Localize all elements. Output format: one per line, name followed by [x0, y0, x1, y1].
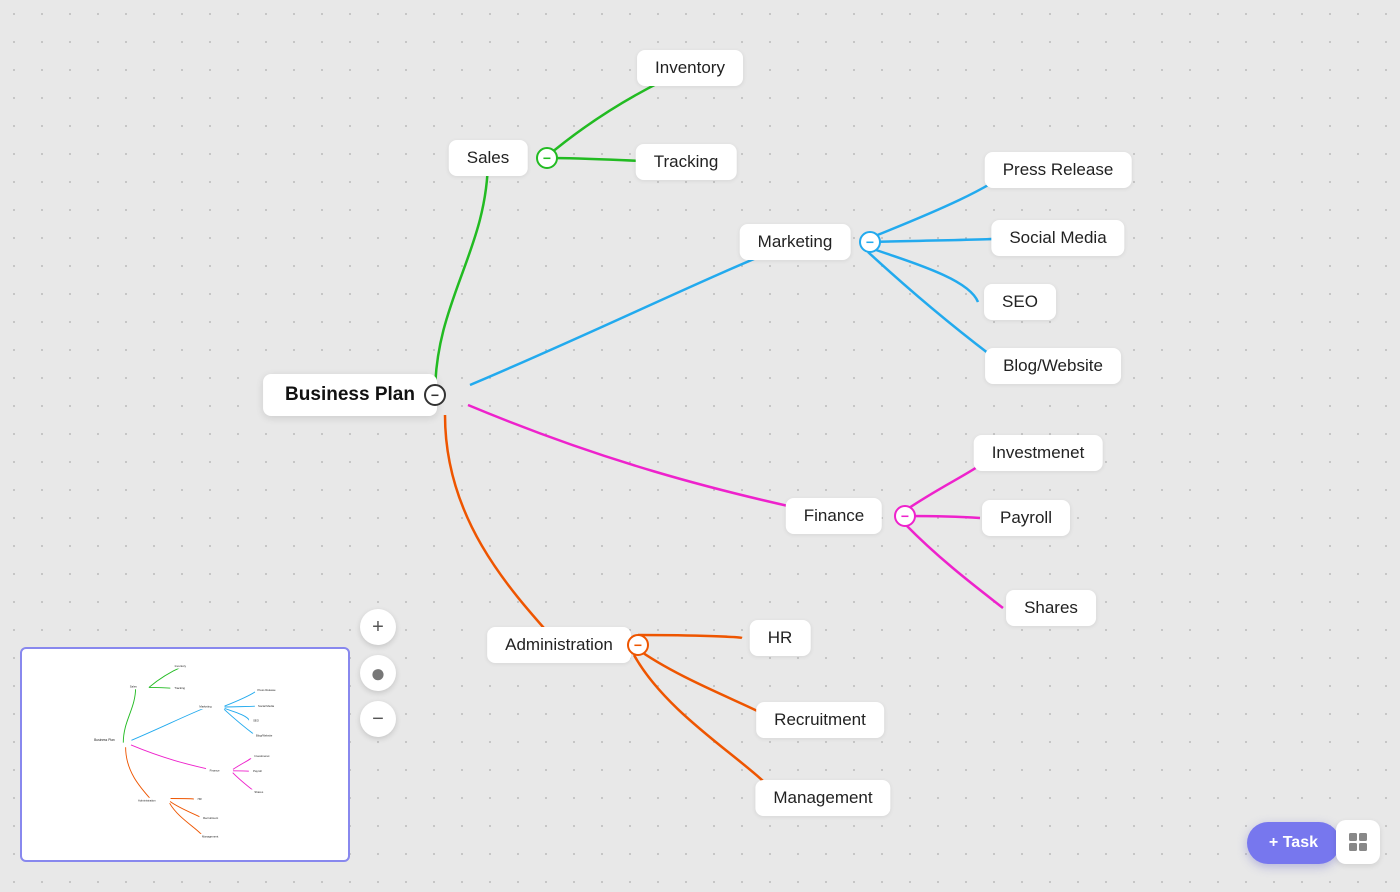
- node-hr[interactable]: HR: [750, 620, 811, 656]
- node-management[interactable]: Management: [755, 780, 890, 816]
- svg-text:Payroll: Payroll: [253, 769, 262, 773]
- task-button-label: + Task: [1269, 834, 1318, 852]
- svg-text:Tracking: Tracking: [174, 686, 185, 690]
- collapse-dot-finance[interactable]: [894, 505, 916, 527]
- svg-text:HR: HR: [198, 797, 202, 801]
- svg-text:SEO: SEO: [253, 719, 260, 723]
- svg-text:Business Plan: Business Plan: [94, 738, 115, 742]
- collapse-dot-sales[interactable]: [536, 147, 558, 169]
- zoom-controls: + ● −: [360, 609, 396, 737]
- task-button[interactable]: + Task: [1247, 822, 1340, 864]
- zoom-in-button[interactable]: +: [360, 609, 396, 645]
- node-finance[interactable]: Finance: [786, 498, 882, 534]
- node-seo[interactable]: SEO: [984, 284, 1056, 320]
- svg-text:Social Media: Social Media: [258, 704, 274, 708]
- svg-text:Administration: Administration: [138, 798, 156, 802]
- node-recruitment[interactable]: Recruitment: [756, 702, 884, 738]
- collapse-dot-center[interactable]: [424, 384, 446, 406]
- zoom-out-button[interactable]: −: [360, 701, 396, 737]
- minimap-svg: Business Plan Sales Inventory Tracking M…: [22, 649, 348, 860]
- node-social-media[interactable]: Social Media: [991, 220, 1124, 256]
- svg-text:Finance: Finance: [210, 768, 220, 772]
- svg-text:Management: Management: [202, 834, 218, 838]
- node-investmenet[interactable]: Investmenet: [974, 435, 1103, 471]
- minimap: Business Plan Sales Inventory Tracking M…: [20, 647, 350, 862]
- zoom-dot-button[interactable]: ●: [360, 655, 396, 691]
- svg-text:Marketing: Marketing: [199, 704, 212, 708]
- node-administration[interactable]: Administration: [487, 627, 631, 663]
- node-inventory[interactable]: Inventory: [637, 50, 743, 86]
- node-sales[interactable]: Sales: [449, 140, 528, 176]
- grid-icon-button[interactable]: [1336, 820, 1380, 864]
- node-payroll[interactable]: Payroll: [982, 500, 1070, 536]
- minimap-inner: Business Plan Sales Inventory Tracking M…: [22, 649, 348, 860]
- svg-text:Inventory: Inventory: [175, 664, 187, 668]
- node-shares[interactable]: Shares: [1006, 590, 1096, 626]
- grid-icon: [1347, 831, 1369, 853]
- node-press-release[interactable]: Press Release: [985, 152, 1132, 188]
- node-blog-website[interactable]: Blog/Website: [985, 348, 1121, 384]
- svg-text:Shares: Shares: [254, 790, 263, 794]
- node-tracking[interactable]: Tracking: [636, 144, 737, 180]
- svg-text:Blog/Website: Blog/Website: [256, 734, 273, 738]
- svg-text:Investmenet: Investmenet: [254, 754, 269, 758]
- collapse-dot-marketing[interactable]: [859, 231, 881, 253]
- svg-text:Recruitment: Recruitment: [203, 816, 218, 820]
- svg-text:Press Release: Press Release: [257, 688, 276, 692]
- node-business-plan[interactable]: Business Plan: [263, 374, 437, 416]
- node-marketing[interactable]: Marketing: [740, 224, 851, 260]
- svg-text:Sales: Sales: [130, 685, 138, 689]
- collapse-dot-administration[interactable]: [627, 634, 649, 656]
